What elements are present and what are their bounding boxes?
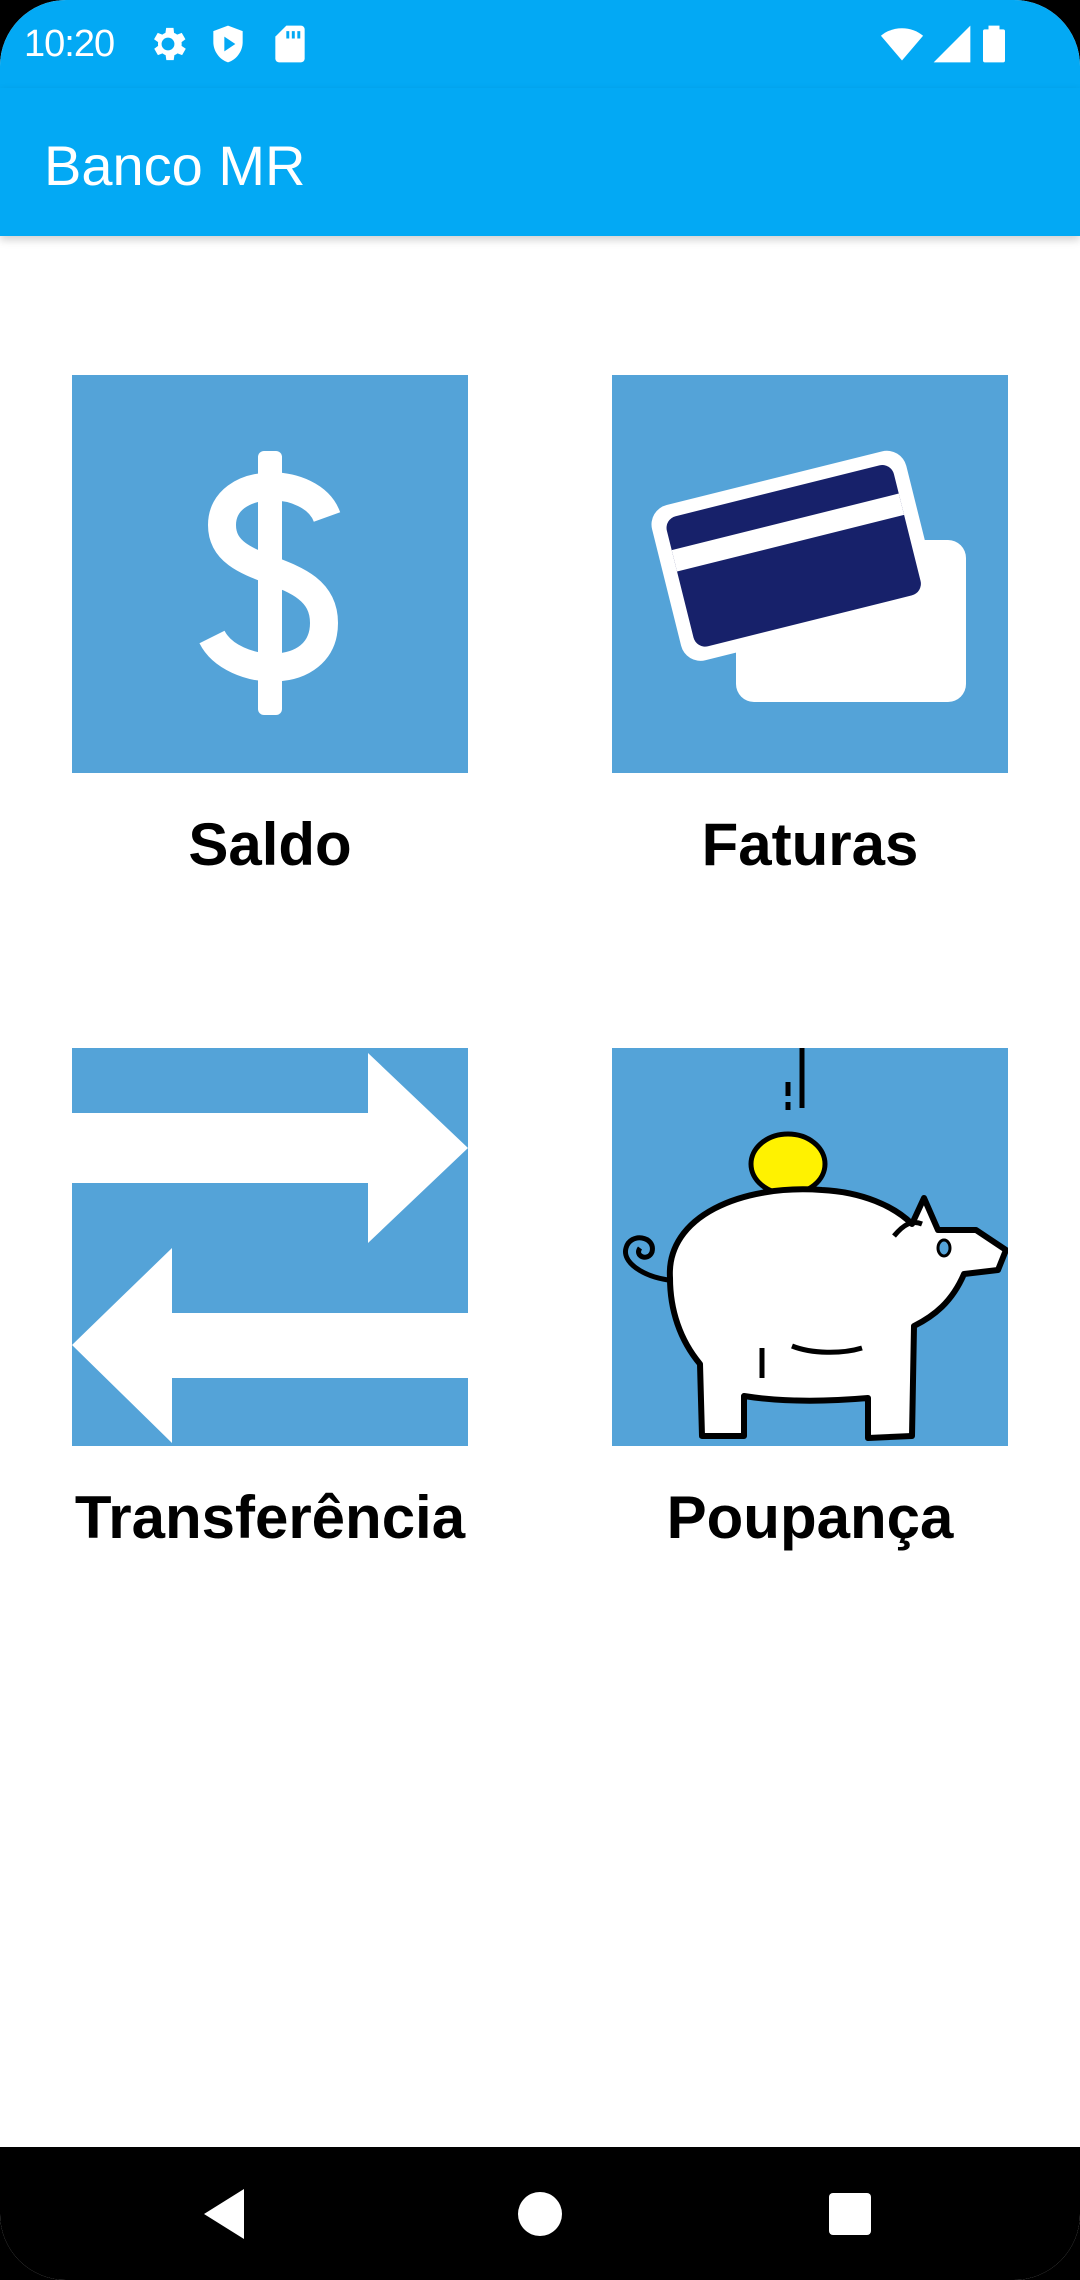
status-bar: 10:20	[0, 0, 1080, 88]
poupanca-label: Poupança	[666, 1484, 954, 1551]
battery-icon	[972, 22, 1016, 66]
status-time: 10:20	[24, 23, 115, 65]
poupanca-button[interactable]: Poupança	[612, 1048, 1008, 1551]
saldo-button[interactable]: Saldo	[72, 375, 468, 878]
recents-icon[interactable]	[813, 2177, 887, 2251]
navigation-bar	[0, 2147, 1080, 2280]
app-bar: Banco MR	[0, 88, 1080, 236]
saldo-label: Saldo	[188, 811, 352, 878]
faturas-button[interactable]: Faturas	[612, 375, 1008, 878]
signal-icon	[930, 22, 974, 66]
transferencia-label: Transferência	[74, 1484, 466, 1551]
transferencia-button[interactable]: Transferência	[72, 1048, 468, 1551]
credit-cards-icon	[612, 375, 1008, 773]
back-icon[interactable]	[188, 2177, 262, 2251]
app-screen: 10:20 Banco MR Saldo Faturas Transferênc…	[0, 0, 1080, 2280]
transfer-arrows-icon	[72, 1048, 468, 1446]
faturas-label: Faturas	[701, 811, 919, 878]
app-title: Banco MR	[44, 134, 306, 197]
shield-play-icon	[206, 22, 250, 66]
gear-icon	[146, 22, 190, 66]
wifi-icon	[880, 22, 924, 66]
home-icon[interactable]	[503, 2177, 577, 2251]
dollar-icon	[72, 375, 468, 773]
piggy-bank-icon	[612, 1048, 1008, 1446]
sd-card-icon	[268, 22, 312, 66]
